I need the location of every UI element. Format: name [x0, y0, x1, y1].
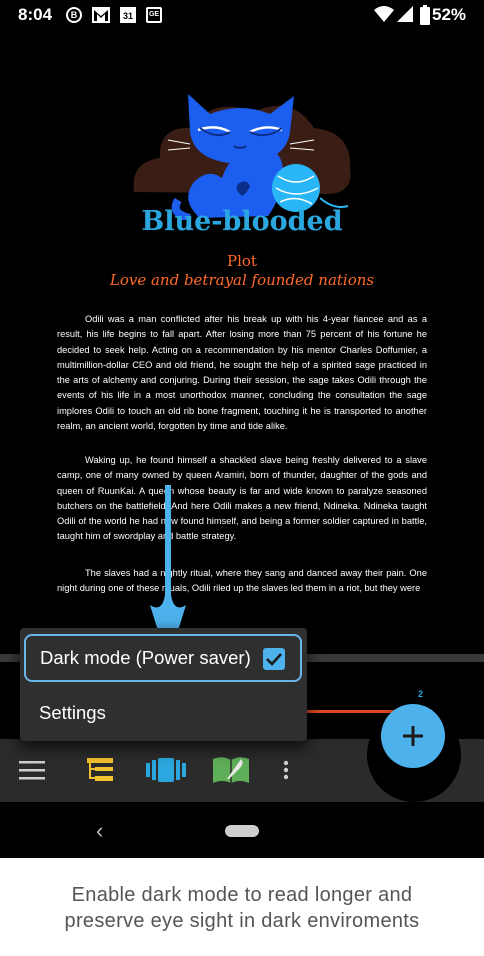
status-time: 8:04: [18, 5, 53, 24]
book-title: Blue-blooded: [141, 206, 343, 237]
cards-button[interactable]: [146, 755, 186, 785]
status-bar: 8:04 B 31 GE 52%: [0, 0, 484, 30]
more-vert-icon: [283, 760, 289, 780]
dark-mode-checkbox[interactable]: [263, 648, 285, 670]
system-nav-bar: ‹: [0, 802, 484, 858]
book-button[interactable]: [211, 755, 251, 785]
plus-icon: [403, 726, 423, 746]
checkmark-icon: [266, 653, 282, 666]
outline-icon: [87, 758, 113, 781]
settings-label: Settings: [39, 702, 106, 723]
book-icon: [213, 757, 249, 783]
back-icon[interactable]: ‹: [96, 818, 103, 844]
battery-icon: [420, 5, 430, 25]
b-badge-icon: B: [66, 7, 82, 23]
cards-icon: [146, 758, 186, 782]
reader-view[interactable]: Blue-blooded Plot Love and betrayal foun…: [0, 30, 484, 652]
ge-icon: GE: [146, 7, 162, 23]
outline-button[interactable]: [84, 755, 116, 785]
dark-mode-label: Dark mode (Power saver): [40, 647, 251, 668]
cover-illustration: [130, 88, 356, 222]
wifi-icon: [374, 5, 394, 22]
home-pill-icon[interactable]: [225, 825, 259, 837]
add-fab-button[interactable]: [381, 704, 445, 768]
signal-icon: [397, 5, 413, 22]
options-popup-menu: Dark mode (Power saver) Settings: [20, 628, 307, 741]
caption-line-1: Enable dark mode to read longer and: [71, 884, 413, 906]
paragraph: Odili was a man conflicted after his bre…: [57, 314, 427, 432]
more-options-button[interactable]: [276, 755, 296, 785]
count-badge: 2: [418, 689, 424, 699]
promo-caption: Enable dark mode to read longer and pres…: [0, 858, 484, 956]
chapter-heading: Plot: [227, 252, 257, 270]
reading-progress-bar: [300, 710, 396, 713]
paragraph: The slaves had a nightly ritual, where t…: [57, 568, 427, 594]
menu-item-dark-mode[interactable]: Dark mode (Power saver): [24, 634, 302, 682]
menu-button[interactable]: [18, 755, 46, 785]
menu-item-settings[interactable]: Settings: [20, 688, 307, 738]
caption-line-2: preserve eye sight in dark enviroments: [64, 910, 420, 932]
calendar-icon: 31: [120, 7, 136, 23]
gmail-icon: [92, 7, 110, 23]
paragraph: Waking up, he found himself a shackled s…: [57, 455, 427, 542]
chapter-subtitle: Love and betrayal founded nations: [109, 271, 375, 289]
down-arrow-icon: [150, 485, 186, 652]
battery-percent: 52%: [432, 5, 467, 24]
hamburger-menu-icon: [19, 761, 45, 780]
